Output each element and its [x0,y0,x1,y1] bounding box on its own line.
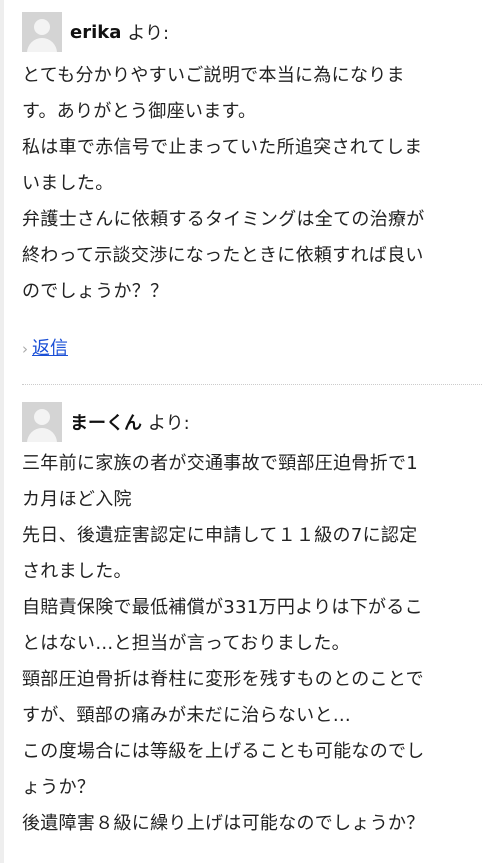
comment-line: す。ありがとう御座います。 [22,101,257,122]
comment-erika: erika より: とても分かりやすいご説明で本当に為になりま す。ありがとう御… [22,12,492,310]
comment-author: まーくん [70,413,142,434]
comment-body: とても分かりやすいご説明で本当に為になりま す。ありがとう御座います。 私は車で… [22,58,492,310]
comment-header: erika より: [22,12,492,52]
comment-line: 弁護士さんに依頼するタイミングは全ての治療が [22,209,425,230]
comment-makun: まーくん より: 三年前に家族の者が交通事故で頸部圧迫骨折で1 カ月ほど入院 先… [22,402,492,842]
comment-line: されました。 [22,561,132,582]
comment-line: とはない…と担当が言っておりました。 [22,633,350,654]
comment-line: カ月ほど入院 [22,489,132,510]
chevron-right-icon: › [22,340,28,358]
comment-divider [22,384,482,385]
comment-line: 頸部圧迫骨折は脊柱に変形を残すものとのことで [22,669,424,690]
comment-line: 三年前に家族の者が交通事故で頸部圧迫骨折で1 [22,453,419,474]
comment-line: のでしょうか？？ [22,281,169,302]
reply-link[interactable]: 返信 [32,338,68,359]
comment-line: いました。 [22,173,114,194]
comment-says-label: より: [127,23,170,44]
avatar-icon [22,12,62,52]
comment-line: ょうか？ [22,777,96,798]
comment-line: 後遺障害８級に繰り上げは可能なのでしょうか？ [22,813,425,834]
comment-header: まーくん より: [22,402,492,442]
comment-line: とても分かりやすいご説明で本当に為になりま [22,65,405,86]
avatar-icon [22,402,62,442]
reply-link-container: › 返信 [22,334,68,360]
comment-says-label: より: [148,413,190,434]
comment-line: 私は車で赤信号で止まっていた所追突されてしま [22,137,423,158]
comment-line: 自賠責保険で最低補償が331万円よりは下がるこ [22,597,423,618]
left-border [0,0,4,863]
comment-author: erika [70,21,122,43]
comment-body: 三年前に家族の者が交通事故で頸部圧迫骨折で1 カ月ほど入院 先日、後遺症害認定に… [22,446,492,842]
comment-line: この度場合には等級を上げることも可能なのでし [22,741,425,762]
comment-line: 先日、後遺症害認定に申請して１１級の7に認定 [22,525,418,546]
comment-line: すが、頸部の痛みが未だに治らないと… [22,705,352,726]
comment-line: 終わって示談交渉になったときに依頼すれば良い [22,245,424,266]
